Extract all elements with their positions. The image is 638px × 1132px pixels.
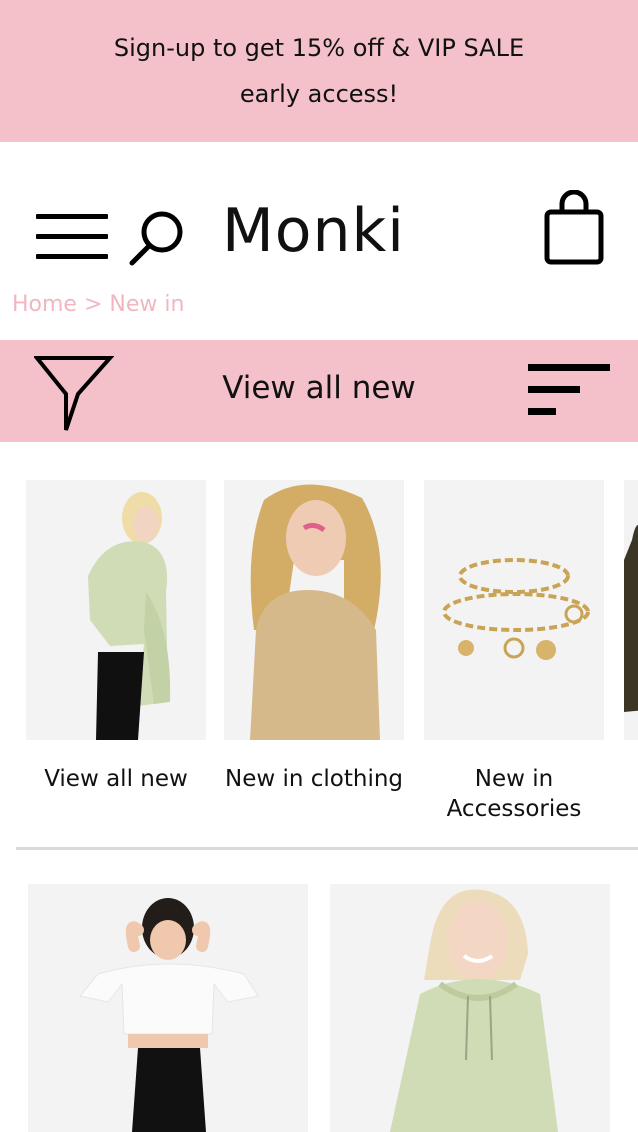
menu-icon[interactable]	[36, 214, 108, 260]
category-image	[424, 480, 604, 740]
product-card[interactable]	[330, 884, 610, 1132]
site-header: Monki	[0, 142, 638, 292]
category-card-new-in-clothing[interactable]: New in clothing	[224, 480, 404, 794]
sort-icon[interactable]	[528, 364, 610, 418]
divider	[16, 847, 638, 850]
promo-text: Sign-up to get 15% off & VIP SALE early …	[113, 34, 525, 108]
category-card-view-all-new[interactable]: View all new	[26, 480, 206, 794]
site-logo[interactable]: Monki	[222, 196, 405, 266]
filter-bar: View all new	[0, 340, 638, 442]
product-card[interactable]	[28, 884, 308, 1132]
category-image	[26, 480, 206, 740]
category-card-new-in-accessories[interactable]: New in Accessories	[424, 480, 604, 824]
breadcrumb-separator: >	[83, 292, 103, 317]
promo-banner[interactable]: Sign-up to get 15% off & VIP SALE early …	[0, 0, 638, 142]
breadcrumb-current[interactable]: New in	[109, 292, 184, 317]
category-image	[224, 480, 404, 740]
product-image	[330, 884, 610, 1132]
category-card-next[interactable]	[624, 480, 638, 740]
product-image	[28, 884, 308, 1132]
search-icon[interactable]	[128, 208, 186, 266]
shopping-bag-icon[interactable]	[542, 190, 606, 266]
breadcrumb: Home > New in	[12, 292, 184, 317]
breadcrumb-home[interactable]: Home	[12, 292, 77, 317]
category-label: View all new	[44, 766, 188, 792]
category-label: New in clothing	[224, 766, 404, 792]
category-label: New in Accessories	[446, 766, 582, 822]
category-image	[624, 480, 638, 740]
category-carousel[interactable]: View all new New in clothing New in Acce…	[0, 480, 638, 840]
